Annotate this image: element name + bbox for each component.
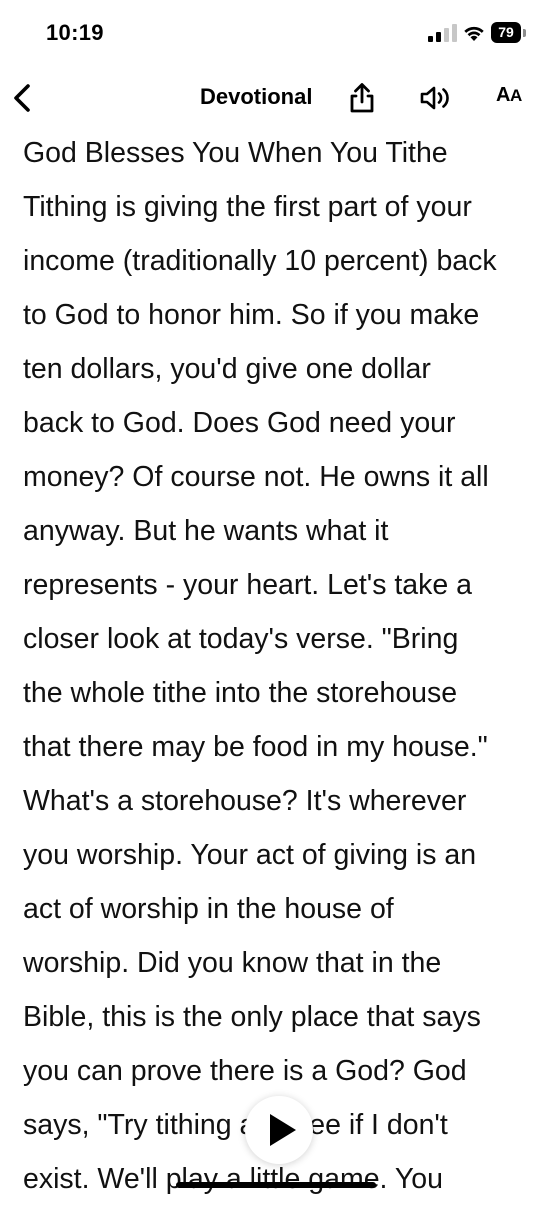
play-button[interactable] (245, 1096, 313, 1164)
text-size-button[interactable]: AA (496, 84, 522, 107)
battery-icon: 79 (491, 22, 527, 44)
nav-bar: Devotional AA (0, 70, 554, 128)
share-button[interactable] (346, 81, 378, 115)
page-title: Devotional (200, 84, 313, 109)
back-button[interactable] (6, 78, 42, 118)
devotional-line: act of worship in the house of (23, 893, 394, 925)
devotional-line: closer look at today's verse. "Bring (23, 623, 459, 655)
devotional-line: represents - your heart. Let's take a (23, 569, 473, 601)
battery-tip (523, 29, 526, 37)
devotional-line: that there may be food in my house." (23, 731, 488, 763)
devotional-line: income (traditionally 10 percent) back (23, 245, 497, 277)
devotional-line: money? Of course not. He owns it all (23, 461, 489, 493)
play-icon (270, 1114, 296, 1146)
devotional-line: back to God. Does God need your (23, 407, 456, 439)
audio-button[interactable] (418, 83, 454, 113)
devotional-line: Bible, this is the only place that says (23, 1001, 481, 1033)
devotional-line: ten dollars, you'd give one dollar (23, 353, 431, 385)
devotional-content: God Blesses You When You Tithe Tithing i… (23, 126, 543, 1206)
text-size-label-small: A (509, 86, 522, 105)
cellular-signal-icon (428, 24, 457, 42)
status-bar: 10:19 79 (0, 0, 554, 70)
battery-level: 79 (491, 22, 521, 43)
text-size-label-large: A (496, 84, 510, 106)
status-time: 10:19 (46, 20, 104, 45)
home-indicator[interactable] (176, 1182, 376, 1188)
devotional-line: Tithing is giving the first part of your (23, 191, 472, 223)
devotional-line: What's a storehouse? It's wherever (23, 785, 467, 817)
devotional-line: you worship. Your act of giving is an (23, 839, 477, 871)
devotional-line: you can prove there is a God? God (23, 1055, 467, 1087)
chevron-left-icon (14, 84, 30, 112)
devotional-line: worship. Did you know that in the (23, 947, 442, 979)
wifi-icon (464, 26, 484, 41)
devotional-line: the whole tithe into the storehouse (23, 677, 458, 709)
devotional-heading: God Blesses You When You Tithe (23, 137, 448, 169)
share-icon (350, 83, 374, 113)
speaker-icon (420, 86, 449, 110)
devotional-line: anyway. But he wants what it (23, 515, 389, 547)
devotional-line: to God to honor him. So if you make (23, 299, 480, 331)
